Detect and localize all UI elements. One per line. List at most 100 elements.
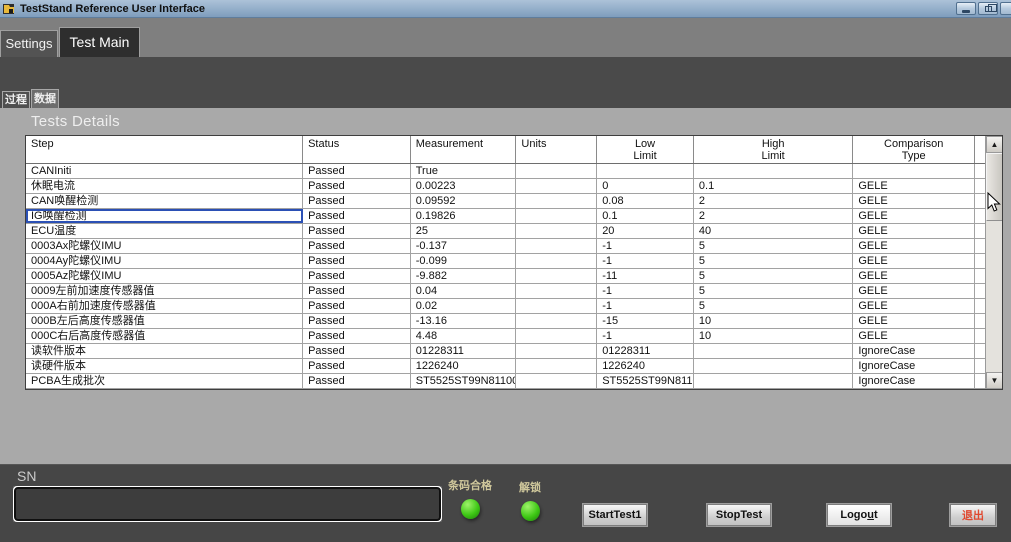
cell-measurement: -13.16 xyxy=(411,314,517,328)
cell-step: 0009左前加速度传感器值 xyxy=(26,284,303,298)
cell-measurement: 01228311 xyxy=(411,344,517,358)
table-row[interactable]: ECU温度Passed252040GELE xyxy=(26,224,985,239)
cell-status: Passed xyxy=(303,164,411,178)
cell-filler xyxy=(975,344,985,358)
column-header-comparison-type[interactable]: Comparison Type xyxy=(853,136,975,163)
tab-settings[interactable]: Settings xyxy=(0,30,58,57)
subtab-data[interactable]: 数据 xyxy=(31,89,59,108)
cell-measurement: True xyxy=(411,164,517,178)
cell-measurement: -0.137 xyxy=(411,239,517,253)
vertical-scrollbar[interactable]: ▲ ▼ xyxy=(985,136,1002,389)
table-row[interactable]: 0003Ax陀螺仪IMUPassed-0.137-15GELE xyxy=(26,239,985,254)
scroll-up-icon[interactable]: ▲ xyxy=(986,136,1003,153)
cell-low: -1 xyxy=(597,299,694,313)
cell-high xyxy=(694,344,853,358)
table-row[interactable]: 000A右前加速度传感器值Passed0.02-15GELE xyxy=(26,299,985,314)
logout-button[interactable]: Logout xyxy=(827,504,891,526)
cell-comparison: GELE xyxy=(853,254,975,268)
cell-step: 休眠电流 xyxy=(26,179,303,193)
table-row[interactable]: 0009左前加速度传感器值Passed0.04-15GELE xyxy=(26,284,985,299)
sn-input[interactable] xyxy=(14,487,441,521)
table-row[interactable]: 读软件版本Passed0122831101228311IgnoreCase xyxy=(26,344,985,359)
table-body: CANInitiPassedTrue休眠电流Passed0.0022300.1G… xyxy=(26,164,985,389)
cell-high xyxy=(694,164,853,178)
column-header-filler xyxy=(975,136,985,163)
table-row[interactable]: 休眠电流Passed0.0022300.1GELE xyxy=(26,179,985,194)
cell-high: 40 xyxy=(694,224,853,238)
cell-filler xyxy=(975,209,985,223)
column-header-high-limit[interactable]: High Limit xyxy=(694,136,853,163)
cell-status: Passed xyxy=(303,284,411,298)
cell-measurement: 4.48 xyxy=(411,329,517,343)
cell-filler xyxy=(975,284,985,298)
cell-comparison: GELE xyxy=(853,239,975,253)
column-header-measurement[interactable]: Measurement xyxy=(411,136,517,163)
cell-low: ST5525ST99N811000 xyxy=(597,374,694,388)
barcode-ok-label: 条码合格 xyxy=(440,477,500,493)
cell-units xyxy=(516,194,597,208)
cell-filler xyxy=(975,299,985,313)
tab-strip: Settings Test Main xyxy=(0,18,1011,57)
cell-comparison: GELE xyxy=(853,194,975,208)
cell-filler xyxy=(975,254,985,268)
cell-units xyxy=(516,239,597,253)
sn-label: SN xyxy=(17,468,36,484)
cell-measurement: 25 xyxy=(411,224,517,238)
cell-status: Passed xyxy=(303,299,411,313)
start-test-button[interactable]: StartTest1 xyxy=(583,504,647,526)
cell-units xyxy=(516,254,597,268)
column-header-step[interactable]: Step xyxy=(26,136,303,163)
cell-measurement: 0.04 xyxy=(411,284,517,298)
cell-comparison: IgnoreCase xyxy=(853,359,975,373)
cell-step: 读硬件版本 xyxy=(26,359,303,373)
column-header-units[interactable]: Units xyxy=(516,136,597,163)
cell-low: 0.08 xyxy=(597,194,694,208)
scrollbar-thumb[interactable] xyxy=(986,153,1003,221)
exit-button[interactable]: 退出 xyxy=(950,504,996,526)
cell-high: 10 xyxy=(694,314,853,328)
cell-units xyxy=(516,284,597,298)
table-row[interactable]: 000B左后高度传感器值Passed-13.16-1510GELE xyxy=(26,314,985,329)
close-icon[interactable] xyxy=(1000,2,1011,15)
tests-details-table: Step Status Measurement Units Low Limit … xyxy=(25,135,1003,390)
cell-comparison: GELE xyxy=(853,299,975,313)
table-row[interactable]: CANInitiPassedTrue xyxy=(26,164,985,179)
cell-high: 0.1 xyxy=(694,179,853,193)
cell-filler xyxy=(975,374,985,388)
cell-step: 0005Az陀螺仪IMU xyxy=(26,269,303,283)
data-tab-page: Tests Details Step Status Measurement Un… xyxy=(0,108,1011,464)
cell-high: 5 xyxy=(694,269,853,283)
cell-low: 0.1 xyxy=(597,209,694,223)
restore-icon[interactable] xyxy=(978,2,998,15)
table-row[interactable]: CAN唤醒检测Passed0.095920.082GELE xyxy=(26,194,985,209)
cell-low: 1226240 xyxy=(597,359,694,373)
table-row[interactable]: 000C右后高度传感器值Passed4.48-110GELE xyxy=(26,329,985,344)
cell-filler xyxy=(975,329,985,343)
cell-filler xyxy=(975,314,985,328)
table-row[interactable]: 0005Az陀螺仪IMUPassed-9.882-115GELE xyxy=(26,269,985,284)
cell-high xyxy=(694,374,853,388)
cell-status: Passed xyxy=(303,374,411,388)
minimize-icon[interactable] xyxy=(956,2,976,15)
cell-status: Passed xyxy=(303,209,411,223)
scroll-down-icon[interactable]: ▼ xyxy=(986,372,1003,389)
cell-high: 10 xyxy=(694,329,853,343)
subtab-process[interactable]: 过程 xyxy=(2,91,30,108)
table-row[interactable]: IG唤醒检测Passed0.198260.12GELE xyxy=(26,209,985,224)
cell-step: PCBA生成批次 xyxy=(26,374,303,388)
cell-low: 20 xyxy=(597,224,694,238)
cell-low: -11 xyxy=(597,269,694,283)
cell-units xyxy=(516,314,597,328)
cell-units xyxy=(516,179,597,193)
table-row[interactable]: 0004Ay陀螺仪IMUPassed-0.099-15GELE xyxy=(26,254,985,269)
table-row[interactable]: 读硬件版本Passed12262401226240IgnoreCase xyxy=(26,359,985,374)
cell-low: -1 xyxy=(597,239,694,253)
cell-units xyxy=(516,329,597,343)
cell-filler xyxy=(975,359,985,373)
column-header-status[interactable]: Status xyxy=(303,136,411,163)
table-row[interactable]: PCBA生成批次PassedST5525ST99N81100000ST5525S… xyxy=(26,374,985,389)
tab-test-main[interactable]: Test Main xyxy=(59,27,140,57)
page-title: Tests Details xyxy=(31,113,120,130)
column-header-low-limit[interactable]: Low Limit xyxy=(597,136,694,163)
stop-test-button[interactable]: StopTest xyxy=(707,504,771,526)
